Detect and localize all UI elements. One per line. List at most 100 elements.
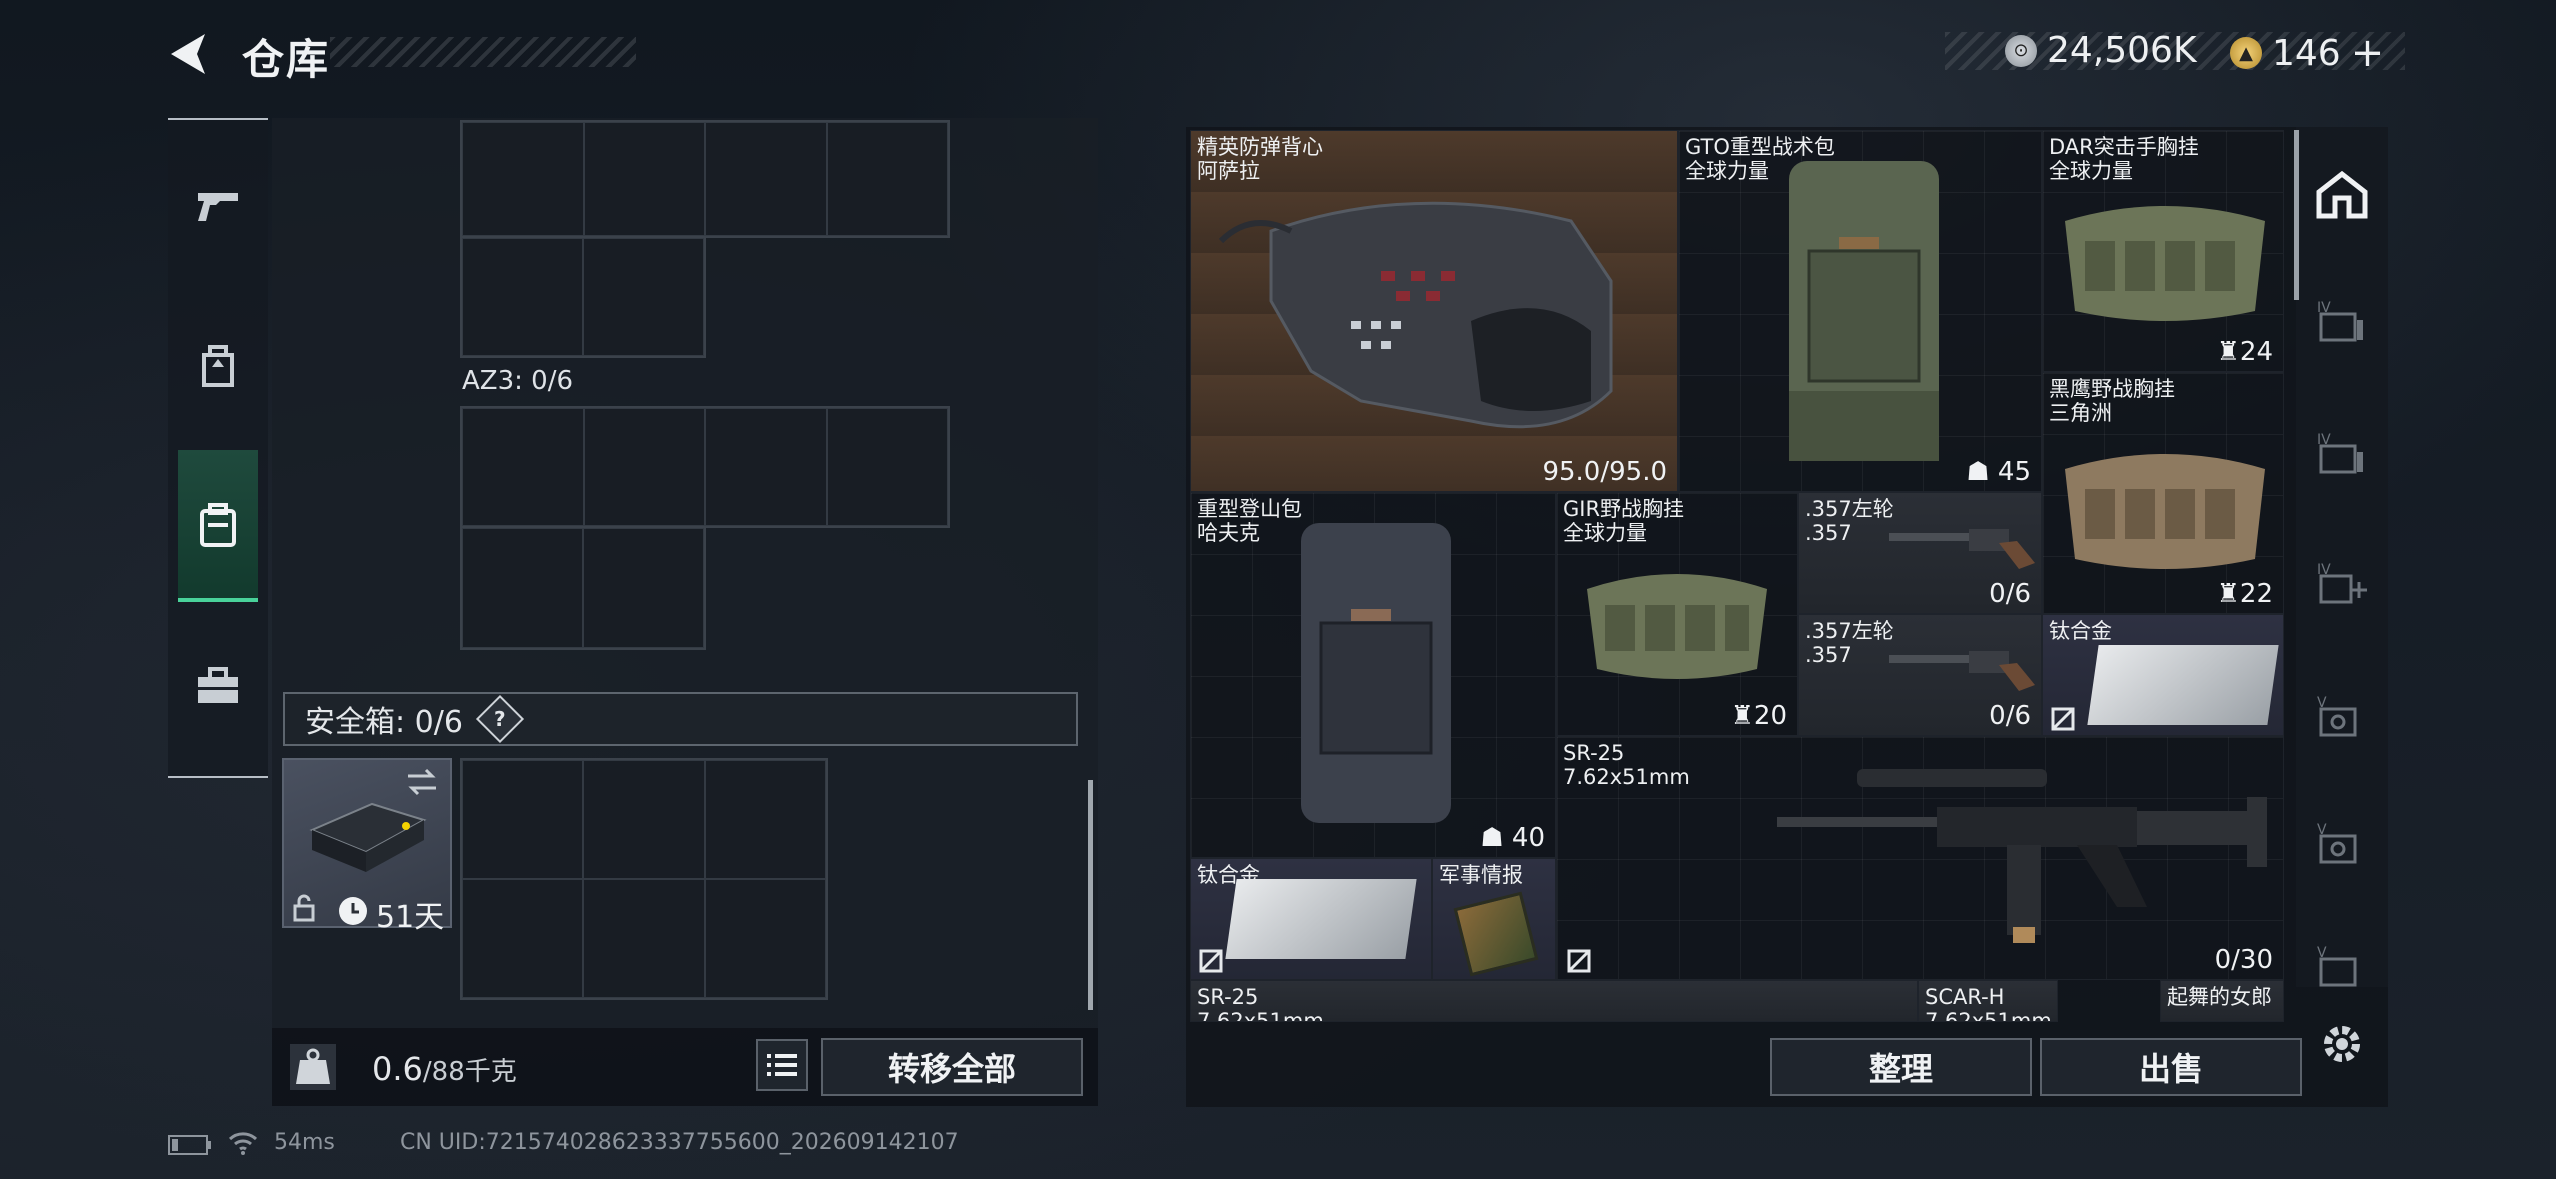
sort-button[interactable]: 整理 bbox=[1770, 1038, 2032, 1096]
item-caliber: .357 bbox=[1805, 521, 1852, 545]
item-caliber: 7.62x51mm bbox=[1925, 1009, 2052, 1022]
storage-grid-top-lower[interactable] bbox=[460, 236, 706, 358]
no-sell-icon bbox=[2051, 707, 2075, 731]
item-gir-rig[interactable]: GIR野战胸挂 全球力量 ♜20 bbox=[1556, 492, 1798, 736]
az3-grid-lower[interactable] bbox=[460, 526, 706, 650]
ammo-count: 0/6 bbox=[1989, 701, 2031, 731]
chest-rig-image bbox=[2065, 454, 2265, 569]
item-mountain-pack[interactable]: 重型登山包 哈夫克 ☗ 40 bbox=[1190, 492, 1556, 858]
item-name: .357左轮 bbox=[1805, 497, 1894, 521]
item-faction: 哈夫克 bbox=[1197, 521, 1260, 545]
chest-rig-image bbox=[2065, 206, 2265, 321]
no-sell-icon bbox=[1199, 949, 1223, 973]
settings-gear-icon[interactable] bbox=[2312, 1014, 2372, 1074]
add-currency-icon[interactable]: + bbox=[2351, 30, 2385, 76]
item-sr25-partial[interactable]: SR-25 7.62x51mm bbox=[1190, 980, 1918, 1022]
item-name: 黑鹰野战胸挂 bbox=[2049, 377, 2175, 401]
safe-case-item[interactable]: 51天 bbox=[282, 758, 452, 935]
ammo-count: 0/6 bbox=[1989, 579, 2031, 609]
storage-grid-top[interactable] bbox=[460, 120, 950, 238]
title-decoration bbox=[330, 37, 636, 67]
rig-icon: ♜ bbox=[2216, 579, 2240, 609]
lock-icon bbox=[293, 894, 315, 922]
intel-image bbox=[1453, 891, 1539, 977]
item-sr25[interactable]: SR-25 7.62x51mm 0/30 bbox=[1556, 736, 2284, 980]
helmet-icon: ☗ bbox=[1480, 823, 1504, 853]
weight-icon bbox=[290, 1044, 336, 1090]
uid-display: CN UID:721574028623337755600_20260914210… bbox=[400, 1130, 959, 1155]
gold-triangle-icon: ▲ bbox=[2230, 37, 2262, 69]
item-count: ☗ 45 bbox=[1966, 457, 2031, 487]
help-icon[interactable]: ? bbox=[475, 694, 524, 744]
storage-tab-v3-icon[interactable]: V bbox=[2312, 935, 2372, 995]
storage-tab-1-icon[interactable]: IV bbox=[2312, 290, 2372, 350]
rig-icon: ♜ bbox=[2216, 337, 2240, 367]
backpack-image bbox=[1301, 523, 1451, 823]
titanium-image bbox=[1225, 879, 1417, 959]
item-caliber: 7.62x51mm bbox=[1563, 765, 1690, 789]
vest-image bbox=[1218, 201, 1613, 429]
armor-icon[interactable] bbox=[168, 320, 268, 410]
add-storage-icon[interactable]: IV bbox=[2312, 552, 2372, 612]
ping-display: 54ms bbox=[274, 1130, 335, 1155]
item-name: SCAR-H bbox=[1925, 985, 2005, 1009]
left-scrollbar[interactable] bbox=[1088, 780, 1093, 1010]
item-dancing-girl-partial[interactable]: 起舞的女郎 bbox=[2160, 980, 2284, 1022]
safe-box-label: 安全箱: 0/6 bbox=[305, 705, 463, 740]
item-titanium[interactable]: 钛合金 bbox=[2042, 614, 2284, 736]
item-caliber: 7.62x51mm bbox=[1197, 1009, 1324, 1022]
clock-icon bbox=[339, 897, 367, 925]
pistol-icon[interactable] bbox=[168, 160, 268, 250]
item-military-intel[interactable]: 军事情报 bbox=[1432, 858, 1556, 980]
weight-unit: /88千克 bbox=[422, 1057, 517, 1087]
item-caliber: .357 bbox=[1805, 643, 1852, 667]
item-name: 钛合金 bbox=[2049, 619, 2112, 643]
sell-button[interactable]: 出售 bbox=[2040, 1038, 2302, 1096]
az3-label: AZ3: 0/6 bbox=[462, 366, 574, 396]
revolver-image bbox=[1889, 529, 2035, 569]
coins-amount: 24,506K bbox=[2047, 30, 2197, 71]
item-revolver[interactable]: .357左轮 .357 0/6 bbox=[1798, 492, 2042, 614]
swap-icon[interactable] bbox=[404, 768, 440, 796]
item-name: 军事情报 bbox=[1439, 863, 1523, 887]
storage-tab-v2-icon[interactable]: V bbox=[2312, 812, 2372, 872]
backpack-icon[interactable] bbox=[168, 480, 268, 570]
wifi-icon bbox=[228, 1132, 258, 1155]
right-scrollbar[interactable] bbox=[2294, 130, 2299, 300]
storage-tab-2-icon[interactable]: IV bbox=[2312, 422, 2372, 482]
transfer-all-button[interactable]: 转移全部 bbox=[821, 1038, 1083, 1096]
item-titanium[interactable]: 钛合金 bbox=[1190, 858, 1432, 980]
currency-premium[interactable]: ▲ 146 + bbox=[2230, 30, 2384, 76]
battery-icon bbox=[168, 1135, 211, 1155]
storage-tab-v1-icon[interactable]: V bbox=[2312, 685, 2372, 745]
titanium-image bbox=[2087, 645, 2279, 725]
item-scarh-partial[interactable]: SCAR-H 7.62x51mm bbox=[1918, 980, 2058, 1022]
currency-coins: ⊙ 24,506K bbox=[2005, 30, 2197, 71]
az3-grid-upper[interactable] bbox=[460, 406, 950, 528]
warehouse-icon[interactable] bbox=[2312, 165, 2372, 225]
item-blackhawk-rig[interactable]: 黑鹰野战胸挂 三角洲 ♜22 bbox=[2042, 372, 2284, 614]
item-count: ♜22 bbox=[2216, 579, 2273, 609]
nav-divider-top bbox=[168, 118, 268, 120]
item-faction: 三角洲 bbox=[2049, 401, 2112, 425]
silver-coin-icon: ⊙ bbox=[2005, 34, 2037, 67]
item-elite-vest[interactable]: 精英防弹背心 阿萨拉 95.0/95.0 bbox=[1190, 130, 1678, 492]
revolver-image bbox=[1889, 651, 2035, 691]
item-revolver[interactable]: .357左轮 .357 0/6 bbox=[1798, 614, 2042, 736]
item-name: DAR突击手胸挂 bbox=[2049, 135, 2199, 159]
helmet-icon: ☗ bbox=[1966, 457, 1990, 487]
back-arrow-icon[interactable] bbox=[165, 30, 215, 78]
page-title: 仓库 bbox=[242, 35, 331, 84]
item-faction: 阿萨拉 bbox=[1197, 159, 1260, 183]
item-gto-pack[interactable]: GTO重型战术包 全球力量 ☗ 45 bbox=[1678, 130, 2042, 492]
item-name: SR-25 bbox=[1563, 741, 1625, 765]
item-dar-rig[interactable]: DAR突击手胸挂 全球力量 ♜24 bbox=[2042, 130, 2284, 372]
list-icon bbox=[767, 1054, 797, 1076]
ammo-count: 0/30 bbox=[2214, 945, 2273, 975]
toolbox-icon[interactable] bbox=[168, 640, 268, 730]
chest-rig-image bbox=[1587, 574, 1767, 679]
item-faction: 全球力量 bbox=[2049, 159, 2133, 183]
item-faction: 全球力量 bbox=[1563, 521, 1647, 545]
list-view-button[interactable] bbox=[756, 1039, 808, 1091]
safe-box-grid[interactable] bbox=[460, 758, 828, 1000]
